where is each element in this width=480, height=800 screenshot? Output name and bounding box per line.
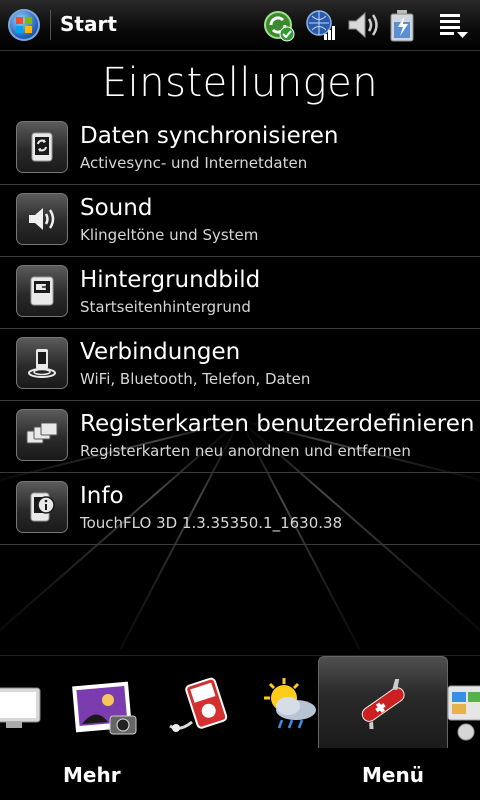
list-item-customize-tabs[interactable]: Registerkarten benutzerdefinieren Regist… [0, 401, 480, 473]
item-title: Hintergrundbild [80, 267, 261, 293]
item-subtitle: WiFi, Bluetooth, Telefon, Daten [80, 370, 311, 388]
tab-home[interactable] [0, 656, 50, 749]
softkey-menu[interactable]: Menü [362, 763, 424, 787]
item-subtitle: TouchFLO 3D 1.3.35350.1_1630.38 [80, 514, 343, 532]
list-item-sound[interactable]: Sound Klingeltöne und System [0, 185, 480, 257]
tab-programs[interactable] [446, 656, 480, 749]
weather-icon [264, 678, 316, 729]
tab-music[interactable] [160, 656, 240, 749]
connections-icon [16, 337, 68, 389]
item-subtitle: Startseitenhintergrund [80, 298, 251, 316]
list-item-info[interactable]: Info TouchFLO 3D 1.3.35350.1_1630.38 [0, 473, 480, 545]
softkey-bar: Mehr Menü [0, 748, 480, 800]
item-subtitle: Activesync- und Internetdaten [80, 154, 308, 172]
status-separator [50, 10, 51, 40]
item-title: Info [80, 483, 124, 509]
windows-start-icon[interactable] [8, 9, 40, 41]
photos-icon [72, 681, 137, 735]
item-subtitle: Klingeltöne und System [80, 226, 259, 244]
tab-photos[interactable] [68, 656, 140, 749]
status-title[interactable]: Start [60, 12, 117, 36]
list-item-connections[interactable]: Verbindungen WiFi, Bluetooth, Telefon, D… [0, 329, 480, 401]
programs-icon [447, 685, 480, 741]
speaker-icon [16, 193, 68, 245]
monitor-icon [0, 687, 41, 728]
softkey-more[interactable]: Mehr [63, 763, 121, 787]
item-title: Daten synchronisieren [80, 123, 339, 149]
sync-ok-icon[interactable] [262, 8, 296, 42]
music-icon [169, 677, 228, 732]
list-item-wallpaper[interactable]: Hintergrundbild Startseitenhintergrund [0, 257, 480, 329]
sync-phone-icon [16, 121, 68, 173]
status-bar: Start [0, 0, 480, 51]
tab-settings[interactable] [318, 656, 448, 750]
page-title: Einstellungen [101, 60, 379, 106]
item-title: Registerkarten benutzerdefinieren [80, 411, 475, 437]
list-item-data-sync[interactable]: Daten synchronisieren Activesync- und In… [0, 113, 480, 185]
wallpaper-icon [16, 265, 68, 317]
item-title: Verbindungen [80, 339, 241, 365]
item-title: Sound [80, 195, 153, 221]
tab-dock [0, 655, 480, 750]
settings-knife-icon [361, 679, 405, 729]
menu-dropdown-icon[interactable] [438, 8, 472, 42]
battery-icon[interactable] [385, 8, 419, 42]
settings-list: Daten synchronisieren Activesync- und In… [0, 113, 480, 545]
signal-icon[interactable] [304, 8, 338, 42]
item-subtitle: Registerkarten neu anordnen und entferne… [80, 442, 411, 460]
tab-weather[interactable] [258, 656, 318, 749]
info-icon [16, 481, 68, 533]
tabs-icon [16, 409, 68, 461]
volume-icon[interactable] [345, 8, 379, 42]
